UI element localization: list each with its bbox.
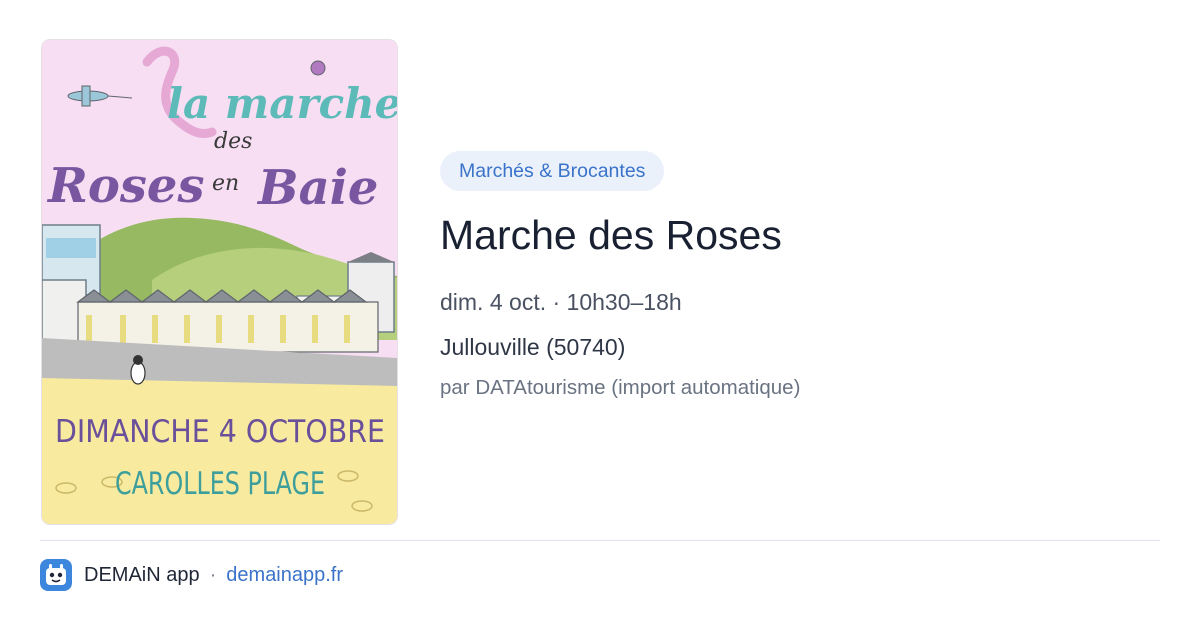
site-link[interactable]: demainapp.fr bbox=[226, 564, 343, 587]
poster-text-la-marche: la marche bbox=[167, 79, 397, 128]
event-share-card: la marche des Roses en Baie DIMANCHE 4 O… bbox=[0, 0, 1200, 630]
event-source: par DATAtourisme (import automatique) bbox=[440, 376, 801, 399]
poster-text-baie: Baie bbox=[256, 160, 378, 216]
poster-text-date: DIMANCHE 4 OCTOBRE bbox=[55, 414, 385, 450]
footer: DEMAiN app · demainapp.fr bbox=[40, 558, 343, 592]
poster-text-des: des bbox=[214, 129, 252, 154]
event-poster-image[interactable]: la marche des Roses en Baie DIMANCHE 4 O… bbox=[42, 40, 397, 524]
app-logo-icon bbox=[40, 559, 72, 591]
footer-divider bbox=[40, 540, 1160, 541]
event-location: Jullouville (50740) bbox=[440, 334, 626, 360]
poster-text-roses: Roses bbox=[46, 158, 205, 214]
category-badge[interactable]: Marchés & Brocantes bbox=[440, 151, 665, 191]
footer-separator: · bbox=[209, 563, 217, 586]
app-name: DEMAiN app bbox=[84, 563, 200, 586]
event-title: Marche des Roses bbox=[440, 212, 782, 258]
poster-text-place: CAROLLES PLAGE bbox=[115, 466, 325, 502]
poster-text-en: en bbox=[212, 171, 239, 196]
event-datetime: dim. 4 oct. · 10h30–18h bbox=[440, 289, 682, 315]
